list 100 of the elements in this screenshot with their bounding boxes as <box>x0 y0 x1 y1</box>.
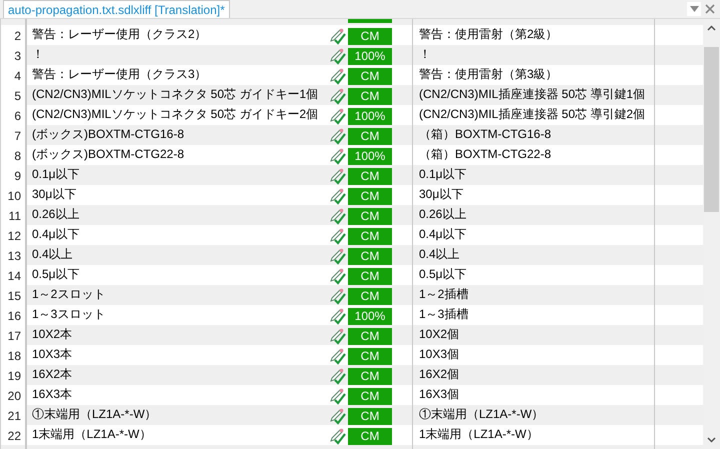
status-badge: CM <box>348 388 392 404</box>
pencil-check-icon <box>329 108 346 124</box>
row-number: 19 <box>0 365 27 387</box>
pencil-check-icon <box>329 368 346 384</box>
source-cell-text: 1～2スロット <box>31 286 106 303</box>
source-cell-text: (ボックス)BOXTM-CTG22-8 <box>31 146 186 163</box>
scroll-down-icon[interactable] <box>707 437 716 443</box>
source-cell-text: (CN2/CN3)MILソケットコネクタ 50芯 ガイドキー2個 <box>31 106 320 123</box>
status-badge <box>348 19 392 23</box>
row-number: 18 <box>0 345 27 367</box>
row-number: 4 <box>0 65 27 87</box>
source-cell-text: 0.4以上 <box>31 246 74 263</box>
table-row[interactable]: 13 0.4以上 CM 0.4以上 <box>0 245 703 265</box>
row-number: 5 <box>0 85 27 107</box>
source-cell-text: 0.4μ以下 <box>31 226 81 243</box>
status-badge: CM <box>348 88 392 104</box>
row-number: 22 <box>0 425 27 447</box>
status-badge: CM <box>348 128 392 144</box>
dropdown-icon[interactable] <box>687 2 701 16</box>
table-row[interactable]: 19 16X2本 CM 16X2個 <box>0 365 703 385</box>
pencil-check-icon <box>329 28 346 44</box>
pencil-check-icon <box>329 408 346 424</box>
status-badge: CM <box>348 268 392 284</box>
row-number: 13 <box>0 245 27 267</box>
pencil-check-icon <box>329 88 346 104</box>
pencil-check-icon <box>329 228 346 244</box>
source-cell-text: 警告：レーザー使用（クラス3） <box>31 66 208 83</box>
table-row[interactable]: 11 0.26以上 CM 0.26以上 <box>0 205 703 225</box>
pencil-check-icon <box>329 208 346 224</box>
source-cell-text: ！ <box>31 46 45 63</box>
row-number: 6 <box>0 105 27 127</box>
row-number: 8 <box>0 145 27 167</box>
source-cell-text: 0.26以上 <box>31 206 80 223</box>
row-number: 14 <box>0 265 27 287</box>
status-badge: 100% <box>348 108 392 124</box>
status-badge: CM <box>348 228 392 244</box>
row-number: 10 <box>0 185 27 207</box>
status-badge: 100% <box>348 48 392 64</box>
status-badge: 100% <box>348 148 392 164</box>
row-number: 21 <box>0 405 27 427</box>
scroll-up-icon[interactable] <box>707 25 716 31</box>
pencil-check-icon <box>329 188 346 204</box>
source-cell-text: 16X3本 <box>31 386 74 403</box>
table-row[interactable]: 17 10X2本 CM 10X2個 <box>0 325 703 345</box>
pencil-check-icon <box>329 168 346 184</box>
row-number: 9 <box>0 165 27 187</box>
status-badge: CM <box>348 68 392 84</box>
status-badge: CM <box>348 288 392 304</box>
source-cell-text: 警告：レーザー使用（クラス2） <box>31 26 208 43</box>
status-badge: CM <box>348 328 392 344</box>
status-badge: CM <box>348 168 392 184</box>
row-number: 7 <box>0 125 27 147</box>
source-cell-text: 16X2本 <box>31 366 74 383</box>
pencil-check-icon <box>329 268 346 284</box>
row-number: 2 <box>0 25 27 47</box>
pencil-check-icon <box>329 148 346 164</box>
pencil-check-icon <box>329 288 346 304</box>
row-number: 11 <box>0 205 27 227</box>
table-row[interactable]: 21 ①末端用（LZ1A-*-W） CM ①末端用（LZ1A-*-W） <box>0 405 703 425</box>
close-icon[interactable] <box>703 2 717 16</box>
pencil-check-icon <box>329 128 346 144</box>
status-badge: CM <box>348 248 392 264</box>
pencil-check-icon <box>329 388 346 404</box>
source-cell-text: 30μ以下 <box>31 186 78 203</box>
pencil-check-icon <box>329 348 346 364</box>
row-number: 12 <box>0 225 27 247</box>
table-row[interactable]: 9 0.1μ以下 CM 0.1μ以下 <box>0 165 703 185</box>
source-cell-text: 0.5μ以下 <box>31 266 81 283</box>
status-badge: CM <box>348 428 392 444</box>
pencil-check-icon <box>329 48 346 64</box>
row-number: 20 <box>0 385 27 407</box>
status-badge: 100% <box>348 308 392 324</box>
row-number: 15 <box>0 285 27 307</box>
source-cell-text: 1末端用（LZ1A-*-W） <box>31 426 152 443</box>
table-row[interactable]: 5 (CN2/CN3)MILソケットコネクタ 50芯 ガイドキー1個 CM (CN2/CN3)MIL插座連接器 50芯 導引鍵1個 <box>0 85 703 105</box>
source-cell-text: 0.1μ以下 <box>31 166 81 183</box>
status-badge: CM <box>348 348 392 364</box>
scroll-thumb[interactable] <box>704 47 719 212</box>
row-number: 3 <box>0 45 27 67</box>
pencil-check-icon <box>329 308 346 324</box>
pencil-check-icon <box>329 248 346 264</box>
scrollbar[interactable] <box>703 19 720 449</box>
source-cell-text: 1～3スロット <box>31 306 106 323</box>
pencil-check-icon <box>329 68 346 84</box>
status-badge: CM <box>348 188 392 204</box>
table-row[interactable]: 15 1～2スロット CM 1～2插槽 <box>0 285 703 305</box>
pencil-check-icon <box>329 328 346 344</box>
status-badge: CM <box>348 408 392 424</box>
source-cell-text: 10X3本 <box>31 346 74 363</box>
table-row[interactable]: 3 ！ 100% ！ <box>0 45 703 65</box>
table-row[interactable]: 7 (ボックス)BOXTM-CTG16-8 CM （箱）BOXTM-CTG16-8 <box>0 125 703 145</box>
status-badge: CM <box>348 208 392 224</box>
row-number: 16 <box>0 305 27 327</box>
source-cell-text: (ボックス)BOXTM-CTG16-8 <box>31 126 186 143</box>
source-cell-text: (CN2/CN3)MILソケットコネクタ 50芯 ガイドキー1個 <box>31 86 320 103</box>
status-badge: CM <box>348 28 392 44</box>
source-cell-text: 10X2本 <box>31 326 74 343</box>
document-tab[interactable]: auto-propagation.txt.sdlxliff [Translation]* <box>3 0 230 18</box>
status-badge: CM <box>348 368 392 384</box>
source-cell-text: ①末端用（LZ1A-*-W） <box>31 406 158 423</box>
